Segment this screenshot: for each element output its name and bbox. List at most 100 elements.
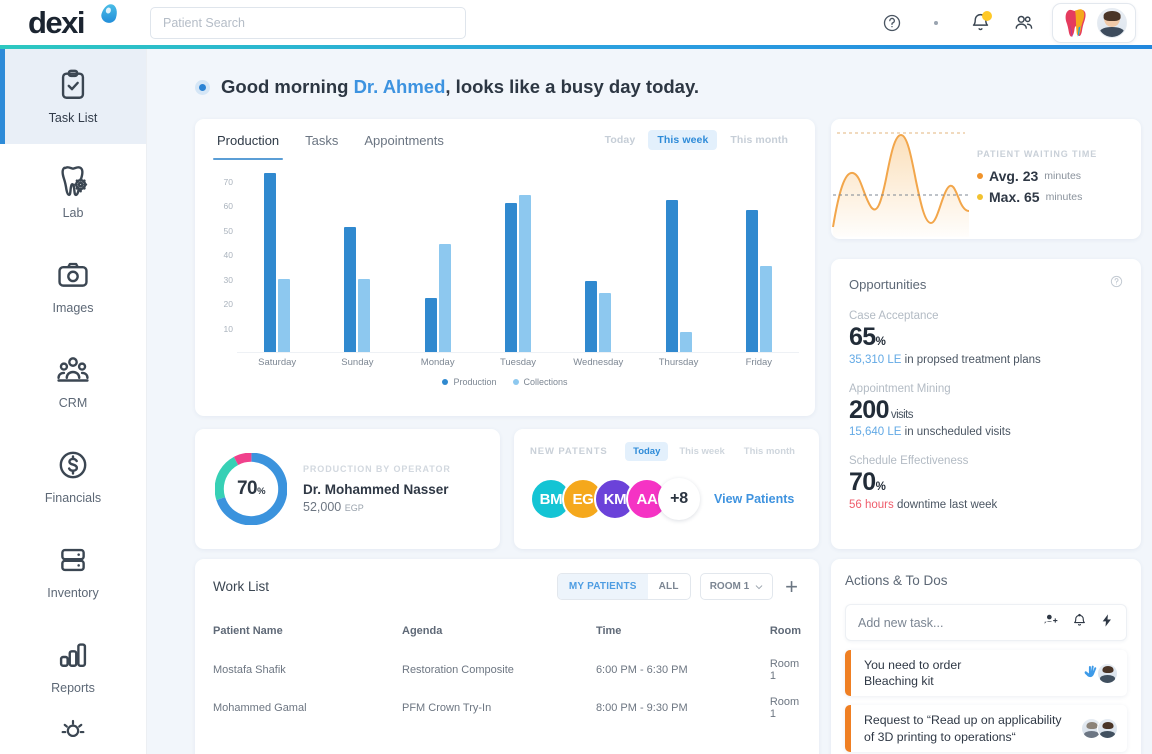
sidebar-item-inventory[interactable]: Inventory (0, 524, 146, 619)
bar-collections[interactable] (358, 279, 370, 352)
chart-y-axis: 10203040506070 (207, 167, 233, 353)
chart-y-tick: 30 (224, 275, 233, 285)
bar-collections[interactable] (278, 279, 290, 352)
sidebar-item-crm[interactable]: CRM (0, 334, 146, 429)
bar-chart-plot: 10203040506070 SaturdaySundayMondayTuesd… (207, 167, 803, 395)
waiting-time-max-unit: minutes (1046, 191, 1083, 203)
opportunity-value: 200visits (849, 396, 1123, 426)
bell-icon[interactable] (958, 0, 1002, 45)
chart-bar-group[interactable] (666, 167, 692, 352)
np-range-today[interactable]: Today (625, 442, 668, 461)
sidebar-item-label: Reports (51, 681, 95, 695)
bar-collections[interactable] (760, 266, 772, 352)
help-circle-icon[interactable] (1110, 275, 1123, 293)
chart-bar-group[interactable] (344, 167, 370, 352)
help-circle-icon[interactable] (870, 0, 914, 45)
segment-all[interactable]: ALL (648, 574, 690, 599)
sidebar-item-task-list[interactable]: Task List (0, 49, 146, 144)
camera-icon (56, 258, 90, 292)
settings-sun-icon (56, 714, 90, 745)
top-header: dex i (0, 0, 1152, 45)
bar-production[interactable] (585, 281, 597, 352)
column-time: Time (596, 618, 770, 644)
sidebar-item-label: Task List (49, 111, 98, 125)
waiting-time-title: PATIENT WAITING TIME (977, 149, 1097, 159)
table-row[interactable]: Mostafa Shafik Restoration Composite 6:0… (213, 644, 801, 682)
chart-bar-group[interactable] (264, 167, 290, 352)
np-range-this-month[interactable]: This month (736, 442, 803, 461)
chart-bars (237, 167, 799, 353)
max-dot-icon (977, 194, 983, 200)
tab-production[interactable]: Production (207, 122, 289, 158)
add-task-input[interactable] (858, 616, 1035, 630)
people-icon[interactable] (1002, 0, 1046, 45)
task-text: You need to orderBleaching kit (851, 650, 1081, 696)
task-avatars (1086, 718, 1127, 739)
tab-tasks[interactable]: Tasks (295, 122, 348, 158)
chart-bar-group[interactable] (425, 167, 451, 352)
patient-avatar-more[interactable]: +8 (658, 478, 700, 520)
operator-amount: 52,000 EGP (303, 500, 451, 514)
bolt-icon[interactable] (1100, 613, 1114, 633)
clipboard-check-icon (56, 68, 90, 102)
opportunity-case-acceptance: Case Acceptance 65% 35,310 LE in propsed… (849, 310, 1123, 366)
add-work-item-button[interactable]: + (782, 576, 801, 598)
bar-production[interactable] (746, 210, 758, 352)
range-this-week[interactable]: This week (648, 130, 717, 150)
np-range-this-week[interactable]: This week (671, 442, 732, 461)
waiting-time-max-row: Max. 65 minutes (977, 189, 1097, 205)
view-patients-link[interactable]: View Patients (714, 492, 794, 506)
task-item[interactable]: You need to orderBleaching kit (845, 650, 1127, 696)
chart-x-label: Thursday (639, 357, 719, 368)
tab-appointments[interactable]: Appointments (354, 122, 454, 158)
app-logo[interactable]: dex i (28, 0, 148, 45)
room-filter-dropdown[interactable]: ROOM 1 (700, 573, 773, 600)
water-drop-icon (99, 2, 119, 25)
range-this-month[interactable]: This month (721, 130, 797, 150)
user-chip[interactable] (1052, 3, 1136, 43)
avatar[interactable] (1097, 8, 1127, 38)
table-row[interactable]: Mohammed Gamal PFM Crown Try-In 8:00 PM … (213, 682, 801, 720)
task-item[interactable]: Request to “Read up on applicabilityof 3… (845, 705, 1127, 751)
chart-y-tick: 10 (224, 324, 233, 334)
tooth-logo-icon (1063, 8, 1089, 38)
bell-icon[interactable] (1072, 613, 1087, 633)
add-person-icon[interactable] (1043, 612, 1059, 633)
chart-legend: Production Collections (207, 377, 803, 387)
search-input-wrapper[interactable] (150, 7, 466, 39)
operator-percent: 70% (237, 478, 265, 500)
chart-y-tick: 40 (224, 250, 233, 260)
range-today[interactable]: Today (596, 130, 645, 150)
bar-production[interactable] (666, 200, 678, 352)
sidebar-item-financials[interactable]: Financials (0, 429, 146, 524)
search-input[interactable] (163, 16, 453, 30)
patient-waiting-time-card: PATIENT WAITING TIME Avg. 23 minutes Max… (831, 119, 1141, 239)
chart-bar-group[interactable] (585, 167, 611, 352)
work-list-table: Patient Name Agenda Time Room Mostafa Sh… (213, 618, 801, 720)
chart-bar-group[interactable] (505, 167, 531, 352)
bar-collections[interactable] (519, 195, 531, 352)
bar-collections[interactable] (680, 332, 692, 352)
sidebar-item-images[interactable]: Images (0, 239, 146, 334)
segment-my-patients[interactable]: MY PATIENTS (558, 574, 648, 599)
chart-bar-group[interactable] (746, 167, 772, 352)
add-task-row[interactable] (845, 604, 1127, 641)
sidebar-item-lab[interactable]: Lab (0, 144, 146, 239)
chart-range-filter: Today This week This month (596, 130, 797, 150)
bar-collections[interactable] (439, 244, 451, 352)
legend-production: Production (442, 377, 496, 387)
column-agenda: Agenda (402, 618, 596, 644)
bar-production[interactable] (264, 173, 276, 352)
chevron-down-icon (755, 583, 763, 591)
waiting-time-stats: PATIENT WAITING TIME Avg. 23 minutes Max… (971, 149, 1097, 210)
bar-collections[interactable] (599, 293, 611, 352)
sidebar: Task List Lab Images (0, 49, 147, 754)
avatar (1097, 718, 1118, 739)
sidebar-item-reports[interactable]: Reports (0, 619, 146, 714)
task-avatars (1081, 663, 1127, 684)
bar-production[interactable] (344, 227, 356, 352)
tooth-gear-icon (56, 163, 90, 197)
bar-production[interactable] (425, 298, 437, 352)
bar-production[interactable] (505, 203, 517, 352)
sidebar-item-settings[interactable] (0, 714, 146, 754)
